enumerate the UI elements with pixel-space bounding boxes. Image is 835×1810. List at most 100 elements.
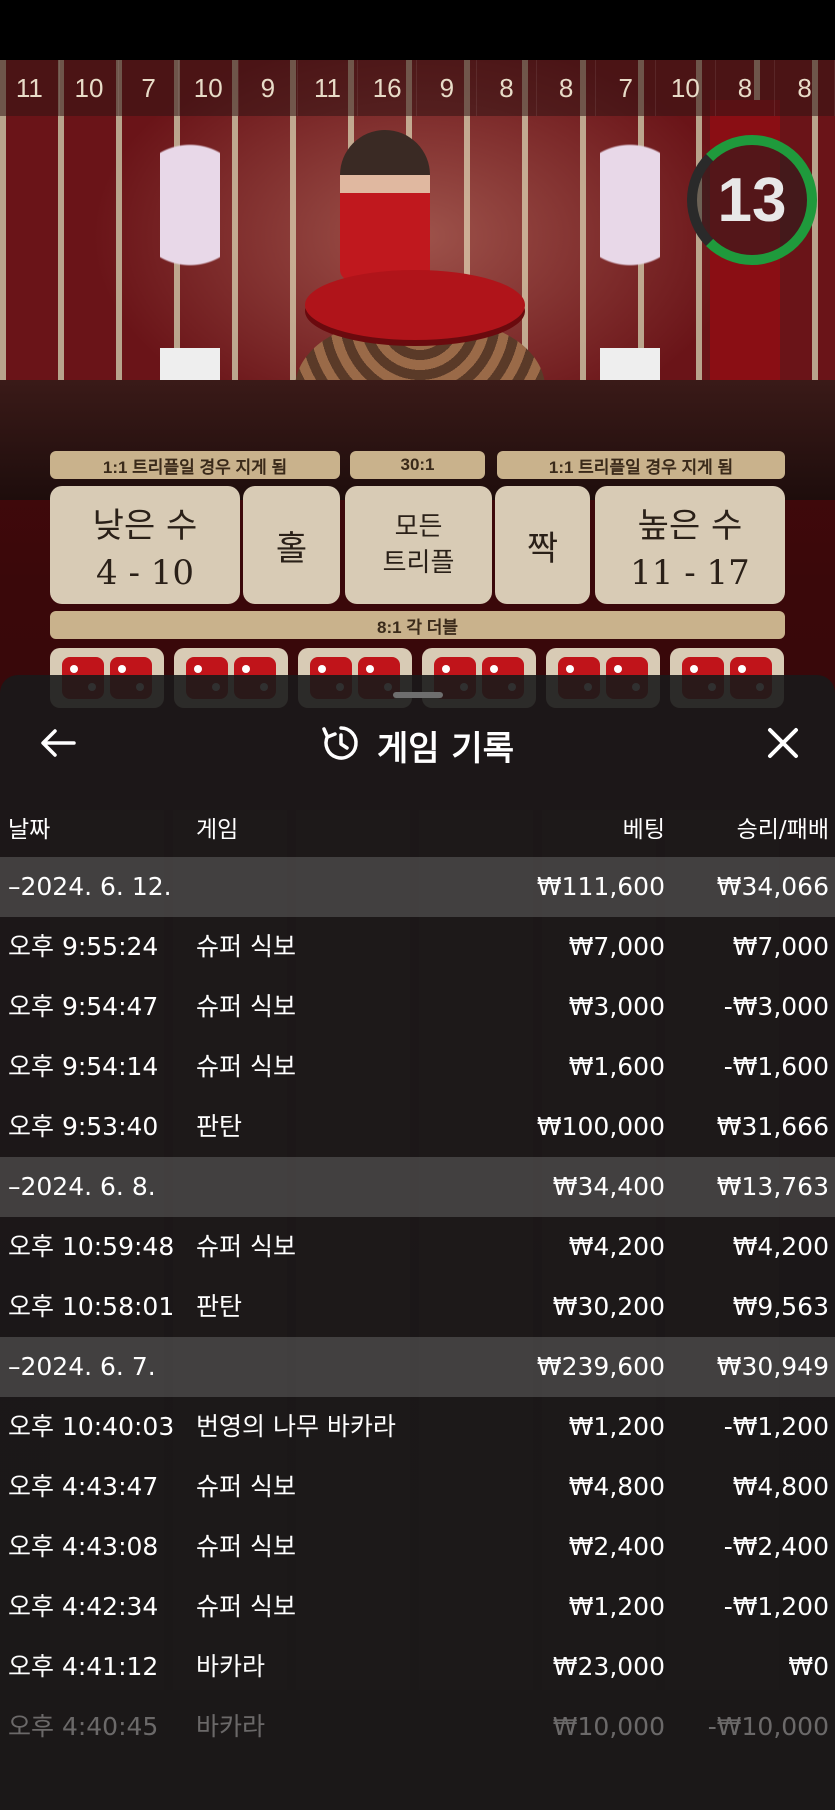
row-bet: ₩2,400 — [568, 1532, 665, 1561]
history-row[interactable]: 오후 4:43:47 슈퍼 식보 ₩4,800 ₩4,800 — [0, 1457, 835, 1517]
history-row[interactable]: 오후 4:40:45 바카라 ₩10,000 -₩10,000 — [0, 1697, 835, 1757]
history-row[interactable]: 오후 4:43:08 슈퍼 식보 ₩2,400 -₩2,400 — [0, 1517, 835, 1577]
row-time: 오후 4:43:47 — [8, 1472, 159, 1501]
history-row[interactable]: 오후 9:55:24 슈퍼 식보 ₩7,000 ₩7,000 — [0, 917, 835, 977]
sheet-drag-handle[interactable] — [393, 692, 443, 698]
bet-high-range: 11 - 17 — [630, 552, 750, 593]
bet-high-label: 높은 수 — [637, 505, 743, 546]
bet-odd[interactable]: 홀 — [243, 486, 340, 604]
group-date: –2024. 6. 12. — [8, 872, 172, 901]
row-game: 슈퍼 식보 — [196, 1052, 296, 1081]
bet-low[interactable]: 낮은 수 4 - 10 — [50, 486, 240, 604]
row-time: 오후 4:43:08 — [8, 1532, 159, 1561]
date-group-row[interactable]: –2024. 6. 12. ₩111,600 ₩34,066 — [0, 857, 835, 917]
group-bet-total: ₩111,600 — [536, 872, 665, 901]
history-row[interactable]: 오후 9:54:14 슈퍼 식보 ₩1,600 -₩1,600 — [0, 1037, 835, 1097]
close-button[interactable] — [753, 717, 813, 773]
row-game: 판탄 — [196, 1292, 243, 1321]
date-group-row[interactable]: –2024. 6. 7. ₩239,600 ₩30,949 — [0, 1337, 835, 1397]
row-bet: ₩10,000 — [552, 1712, 665, 1741]
bet-any-triple[interactable]: 모든 트리플 — [345, 486, 492, 604]
group-result-total: ₩34,066 — [716, 872, 829, 901]
row-result: -₩1,200 — [723, 1592, 829, 1621]
bet-high[interactable]: 높은 수 11 - 17 — [595, 486, 785, 604]
bet-even[interactable]: 짝 — [495, 486, 590, 604]
row-bet: ₩4,800 — [568, 1472, 665, 1501]
row-time: 오후 9:54:47 — [8, 992, 159, 1021]
group-date: –2024. 6. 8. — [8, 1172, 156, 1201]
history-row[interactable]: 오후 10:40:03 번영의 나무 바카라 ₩1,200 -₩1,200 — [0, 1397, 835, 1457]
column-game: 게임 — [196, 817, 239, 843]
row-result: ₩9,563 — [732, 1292, 829, 1321]
row-result: ₩4,200 — [732, 1232, 829, 1261]
result-history-number: 16 — [357, 60, 418, 116]
row-time: 오후 9:54:14 — [8, 1052, 159, 1081]
sheet-title-group: 게임 기록 — [0, 705, 835, 785]
row-result: -₩10,000 — [707, 1712, 829, 1741]
row-bet: ₩7,000 — [568, 932, 665, 961]
payout-high: 1:1 트리플일 경우 지게 됨 — [497, 451, 785, 479]
row-game: 슈퍼 식보 — [196, 1592, 296, 1621]
row-result: -₩2,400 — [723, 1532, 829, 1561]
row-time: 오후 10:59:48 — [8, 1232, 175, 1261]
row-bet: ₩1,200 — [568, 1592, 665, 1621]
result-history-strip: 11 10 7 10 9 11 16 9 8 8 7 10 8 8 — [0, 60, 835, 116]
result-history-number: 8 — [775, 60, 835, 116]
history-row[interactable]: 오후 4:42:34 슈퍼 식보 ₩1,200 -₩1,200 — [0, 1577, 835, 1637]
date-group-row[interactable]: –2024. 6. 8. ₩34,400 ₩13,763 — [0, 1157, 835, 1217]
row-result: -₩1,600 — [723, 1052, 829, 1081]
result-history-number: 10 — [59, 60, 120, 116]
history-row[interactable]: 오후 10:58:01 판탄 ₩30,200 ₩9,563 — [0, 1277, 835, 1337]
history-table-header: 날짜 게임 베팅 승리/패배 — [0, 805, 835, 855]
result-history-number: 8 — [715, 60, 776, 116]
decor-flowers-right — [600, 140, 660, 400]
row-result: -₩1,200 — [723, 1412, 829, 1441]
history-row[interactable]: 오후 4:41:12 바카라 ₩23,000 ₩0 — [0, 1637, 835, 1697]
row-game: 바카라 — [196, 1712, 266, 1741]
column-bet: 베팅 — [622, 817, 665, 843]
timer-value: 13 — [717, 165, 787, 235]
bet-any-triple-line1: 모든 — [394, 512, 443, 542]
live-dealer-video — [0, 60, 835, 500]
row-game: 슈퍼 식보 — [196, 1472, 296, 1501]
row-bet: ₩1,600 — [568, 1052, 665, 1081]
back-button[interactable] — [28, 717, 88, 773]
row-time: 오후 4:40:45 — [8, 1712, 159, 1741]
history-row[interactable]: 오후 9:54:47 슈퍼 식보 ₩3,000 -₩3,000 — [0, 977, 835, 1037]
floor — [0, 380, 835, 500]
bet-even-label: 짝 — [526, 528, 559, 569]
history-table-body: –2024. 6. 12. ₩111,600 ₩34,066 오후 9:55:24 슈퍼… — [0, 857, 835, 1757]
payout-doubles: 8:1 각 더블 — [50, 611, 785, 639]
result-history-number: 11 — [298, 60, 358, 116]
result-history-number: 9 — [238, 60, 299, 116]
history-row[interactable]: 오후 9:53:40 판탄 ₩100,000 ₩31,666 — [0, 1097, 835, 1157]
row-result: ₩7,000 — [732, 932, 829, 961]
close-icon — [766, 726, 800, 764]
game-history-sheet: 게임 기록 날짜 게임 베팅 승리/패배 –2024. 6. 12. ₩111,6… — [0, 675, 835, 1810]
row-result: ₩31,666 — [716, 1112, 829, 1141]
bet-low-range: 4 - 10 — [96, 552, 194, 593]
row-game: 슈퍼 식보 — [196, 1232, 296, 1261]
row-time: 오후 9:55:24 — [8, 932, 159, 961]
result-history-number: 9 — [417, 60, 478, 116]
row-game: 번영의 나무 바카라 — [196, 1412, 396, 1441]
bet-low-label: 낮은 수 — [92, 505, 198, 546]
history-row[interactable]: 오후 10:59:48 슈퍼 식보 ₩4,200 ₩4,200 — [0, 1217, 835, 1277]
dealer — [340, 130, 430, 280]
group-bet-total: ₩239,600 — [536, 1352, 665, 1381]
result-history-number: 7 — [119, 60, 179, 116]
row-bet: ₩100,000 — [536, 1112, 665, 1141]
sheet-title: 게임 기록 — [377, 728, 514, 769]
bet-any-triple-line2: 트리플 — [382, 548, 455, 578]
round-timer: 13 — [687, 135, 817, 265]
sheet-header: 게임 기록 — [0, 705, 835, 785]
row-game: 슈퍼 식보 — [196, 1532, 296, 1561]
row-game: 슈퍼 식보 — [196, 932, 296, 961]
row-time: 오후 10:40:03 — [8, 1412, 175, 1441]
row-game: 판탄 — [196, 1112, 243, 1141]
bet-odd-label: 홀 — [275, 528, 308, 569]
row-bet: ₩4,200 — [568, 1232, 665, 1261]
row-time: 오후 10:58:01 — [8, 1292, 175, 1321]
column-win-loss: 승리/패배 — [736, 817, 829, 843]
result-history-number: 8 — [536, 60, 597, 116]
